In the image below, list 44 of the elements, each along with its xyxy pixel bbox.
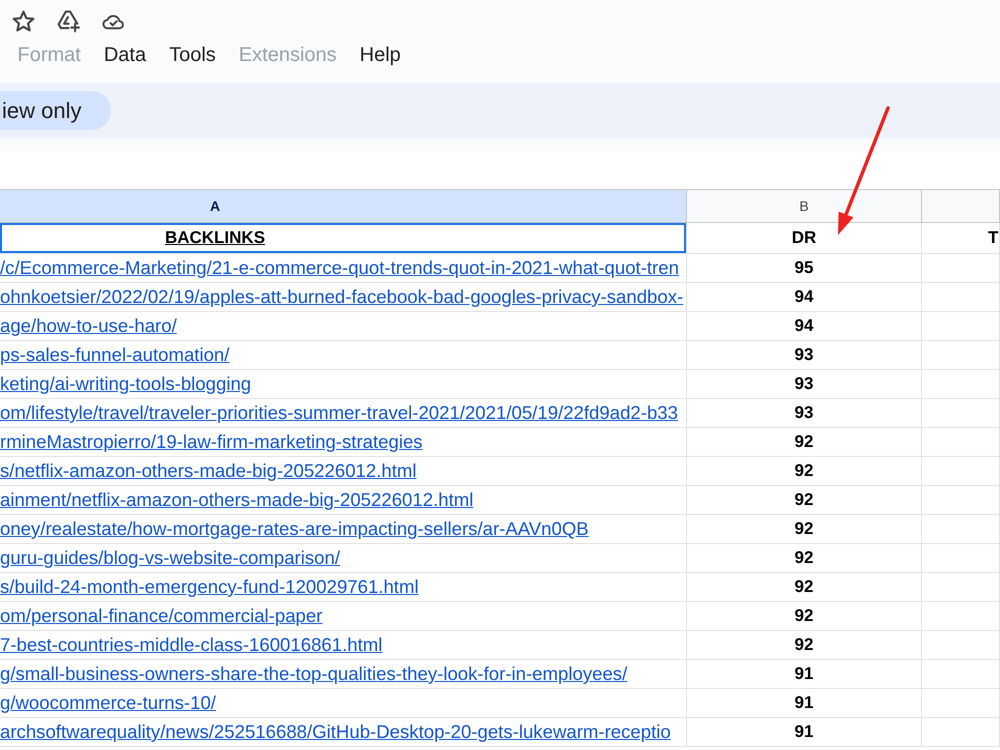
dr-value: 92 [794,519,814,539]
dr-value: 92 [794,490,814,510]
backlink-link[interactable]: s/netflix-amazon-others-made-big-205226012.html [0,460,417,482]
column-header[interactable]: A [0,190,687,223]
menu-item[interactable]: Tools [158,42,228,68]
backlink-link[interactable]: keting/ai-writing-tools-blogging [0,373,252,395]
backlink-link[interactable]: ohnkoetsier/2022/02/19/apples-att-burned-facebook-bad-googles-privacy-sandbox- [0,286,684,308]
dr-value: 91 [794,664,814,684]
dr-value: 91 [794,693,814,713]
dr-value: 93 [794,374,814,394]
dr-value: 92 [794,461,814,481]
backlink-link[interactable]: om/personal-finance/commercial-paper [0,605,322,627]
backlink-link[interactable]: guru-guides/blog-vs-website-comparison/ [0,547,340,569]
dr-value: 92 [794,606,814,626]
header-cell: T [922,223,1000,254]
backlink-link[interactable]: archsoftwarequality/news/252516688/GitHub-Desktop-20-gets-lukewarm-receptio [0,721,671,743]
backlink-link[interactable]: g/woocommerce-turns-10/ [0,692,216,714]
menu-item[interactable]: Data [92,42,158,68]
header-cell: BACKLINKS [0,223,687,254]
star-icon[interactable] [12,10,35,32]
backlink-link[interactable]: ainment/netflix-amazon-others-made-big-205226012.html [0,489,474,511]
column-header[interactable]: B [687,190,922,223]
dr-value: 92 [794,432,814,452]
dr-value: 95 [794,258,814,278]
dr-value: 94 [794,287,814,307]
backlink-link[interactable]: /c/Ecommerce-Marketing/21-e-commerce-quot-trends-quot-in-2021-what-quot-tren [0,257,679,279]
dr-value: 94 [794,316,814,336]
view-only-button[interactable]: iew only [0,91,112,130]
dr-value: 92 [794,635,814,655]
dr-value: 91 [794,722,814,742]
backlink-link[interactable]: oney/realestate/how-mortgage-rates-are-impacting-sellers/ar-AAVn0QB [0,518,589,540]
backlink-link[interactable]: rmineMastropierro/19-law-firm-marketing-strategies [0,431,423,453]
dr-value: 93 [794,345,814,365]
dr-value: 92 [794,548,814,568]
backlink-link[interactable]: om/lifestyle/travel/traveler-priorities-summer-travel-2021/2021/05/19/22fd9ad2-b33 [0,402,678,424]
backlink-link[interactable]: 7-best-countries-middle-class-160016861.html [0,634,382,656]
triangle-plus-icon[interactable] [57,10,80,32]
backlink-link[interactable]: age/how-to-use-haro/ [0,315,177,337]
dr-value: 93 [794,403,814,423]
backlink-link[interactable]: g/small-business-owners-share-the-top-qualities-they-look-for-in-employees/ [0,663,628,685]
backlink-link[interactable]: s/build-24-month-emergency-fund-120029761.html [0,576,419,598]
backlink-link[interactable]: ps-sales-funnel-automation/ [0,344,230,366]
menu-item[interactable]: Help [348,42,412,68]
dr-value: 92 [794,577,814,597]
